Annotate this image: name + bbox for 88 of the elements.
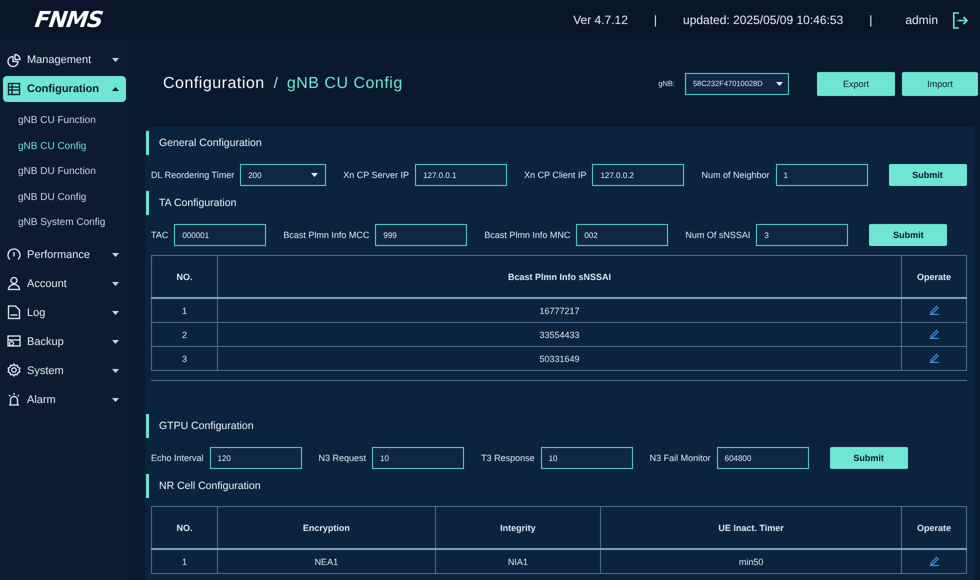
section-title: TA Configuration (146, 191, 242, 215)
section-title: NR Cell Configuration (146, 474, 267, 498)
nav-subitem[interactable]: gNB DU Function (0, 159, 130, 184)
nav-item[interactable]: Account (3, 270, 126, 296)
table-cell: NEA1 (218, 549, 436, 574)
section-title: GTPU Configuration (146, 414, 260, 438)
column-header: UE Inact. Timer (600, 506, 902, 549)
divider-text: | (869, 13, 872, 27)
edit-icon[interactable] (928, 304, 940, 315)
nav-item[interactable]: Configuration (3, 76, 126, 102)
settings-icon (7, 363, 21, 378)
gauge-icon (7, 247, 21, 262)
nav-item[interactable]: System (3, 358, 126, 384)
input-field[interactable]: 10 (540, 447, 633, 469)
table-cell: 3 (152, 346, 218, 370)
field-label: Xn CP Server IP (343, 170, 410, 180)
header-text: updated: 2025/05/09 10:46:53 (683, 13, 844, 27)
column-header: Operate (902, 256, 966, 298)
field-label: T3 Response (481, 453, 535, 463)
action-button[interactable]: Export (817, 72, 895, 96)
input-field[interactable]: 1 (776, 164, 868, 186)
input-field[interactable]: 120 (210, 447, 302, 469)
table-cell: 1 (152, 549, 218, 574)
nav-item[interactable]: Management (3, 47, 126, 73)
input-field[interactable]: 3 (756, 224, 848, 246)
breadcrumb-separator: / (274, 75, 278, 92)
input-field[interactable]: 127.0.0.2 (592, 164, 684, 186)
input-field[interactable]: 999 (375, 224, 468, 246)
input-field[interactable]: 002 (576, 224, 668, 246)
nav-subitem[interactable]: gNB CU Config (0, 134, 130, 159)
nav-subitem[interactable]: gNB System Config (0, 210, 130, 236)
column-header: Operate (902, 506, 966, 549)
edit-icon[interactable] (928, 328, 940, 339)
field-label: Num Of sNSSAI (685, 230, 750, 240)
input-field[interactable]: 10 (372, 447, 464, 469)
submit-button[interactable]: Submit (888, 164, 966, 186)
field-label: DL Reordering Timer (151, 170, 234, 180)
field-label: N3 Fail Monitor (650, 453, 711, 463)
logo: FNMS (33, 8, 104, 32)
header-text: Ver 4.7.12 (573, 13, 628, 27)
section-title: General Configuration (146, 131, 268, 155)
user-icon (7, 276, 21, 291)
field-label: Num of Neighbor (701, 170, 770, 180)
field-label: N3 Request (318, 453, 366, 463)
divider-text: | (654, 13, 658, 27)
field-label: Xn CP Client IP (524, 170, 586, 180)
column-header: NO. (152, 256, 218, 298)
input-field[interactable]: 127.0.0.1 (415, 164, 508, 186)
nav-item[interactable]: Performance (3, 242, 126, 268)
submit-button[interactable]: Submit (830, 447, 908, 469)
field-label: Echo Interval (151, 453, 204, 463)
breadcrumb-item: Configuration (163, 74, 265, 92)
alarm-icon (7, 392, 21, 407)
edit-icon[interactable] (928, 352, 940, 363)
caret-icon (311, 173, 318, 177)
table-cell: 50331649 (218, 346, 902, 370)
nav-item[interactable]: Backup (3, 328, 126, 354)
drive-icon (7, 334, 21, 349)
document-icon (7, 305, 21, 320)
column-header: NO. (152, 506, 218, 549)
column-header: Encryption (218, 506, 436, 549)
column-header: Bcast Plmn Info sNSSAI (218, 256, 902, 298)
input-field[interactable]: 000001 (174, 224, 266, 246)
input-field[interactable]: 604800 (716, 447, 809, 469)
logout-icon[interactable] (952, 12, 968, 28)
table-cell: 16777217 (218, 298, 902, 322)
field-label: Bcast Plmn Info MCC (283, 230, 370, 240)
table-cell: min50 (600, 549, 902, 574)
submit-button[interactable]: Submit (869, 224, 948, 246)
caret-icon (776, 82, 783, 86)
table-cell: NIA1 (435, 549, 601, 574)
table-cell: 1 (152, 298, 218, 322)
nav-subitem[interactable]: gNB CU Function (0, 108, 130, 134)
action-button[interactable]: Import (902, 72, 978, 96)
edit-icon[interactable] (928, 555, 940, 566)
select-field[interactable]: 200 (240, 164, 326, 186)
pie-chart-icon (7, 52, 21, 68)
field-label: Bcast Plmn Info MNC (484, 230, 570, 240)
nav-subitem[interactable]: gNB DU Config (0, 184, 130, 210)
nav-item[interactable]: Log (3, 300, 126, 326)
field-label: TAC (151, 230, 168, 240)
table-cell: 33554433 (218, 322, 902, 346)
table-cell: 2 (152, 322, 218, 346)
nav-item[interactable]: Alarm (3, 386, 126, 412)
list-icon (7, 82, 21, 96)
column-header: Integrity (435, 506, 601, 549)
user-name: admin (905, 13, 938, 27)
page-title: gNB CU Config (286, 74, 403, 92)
